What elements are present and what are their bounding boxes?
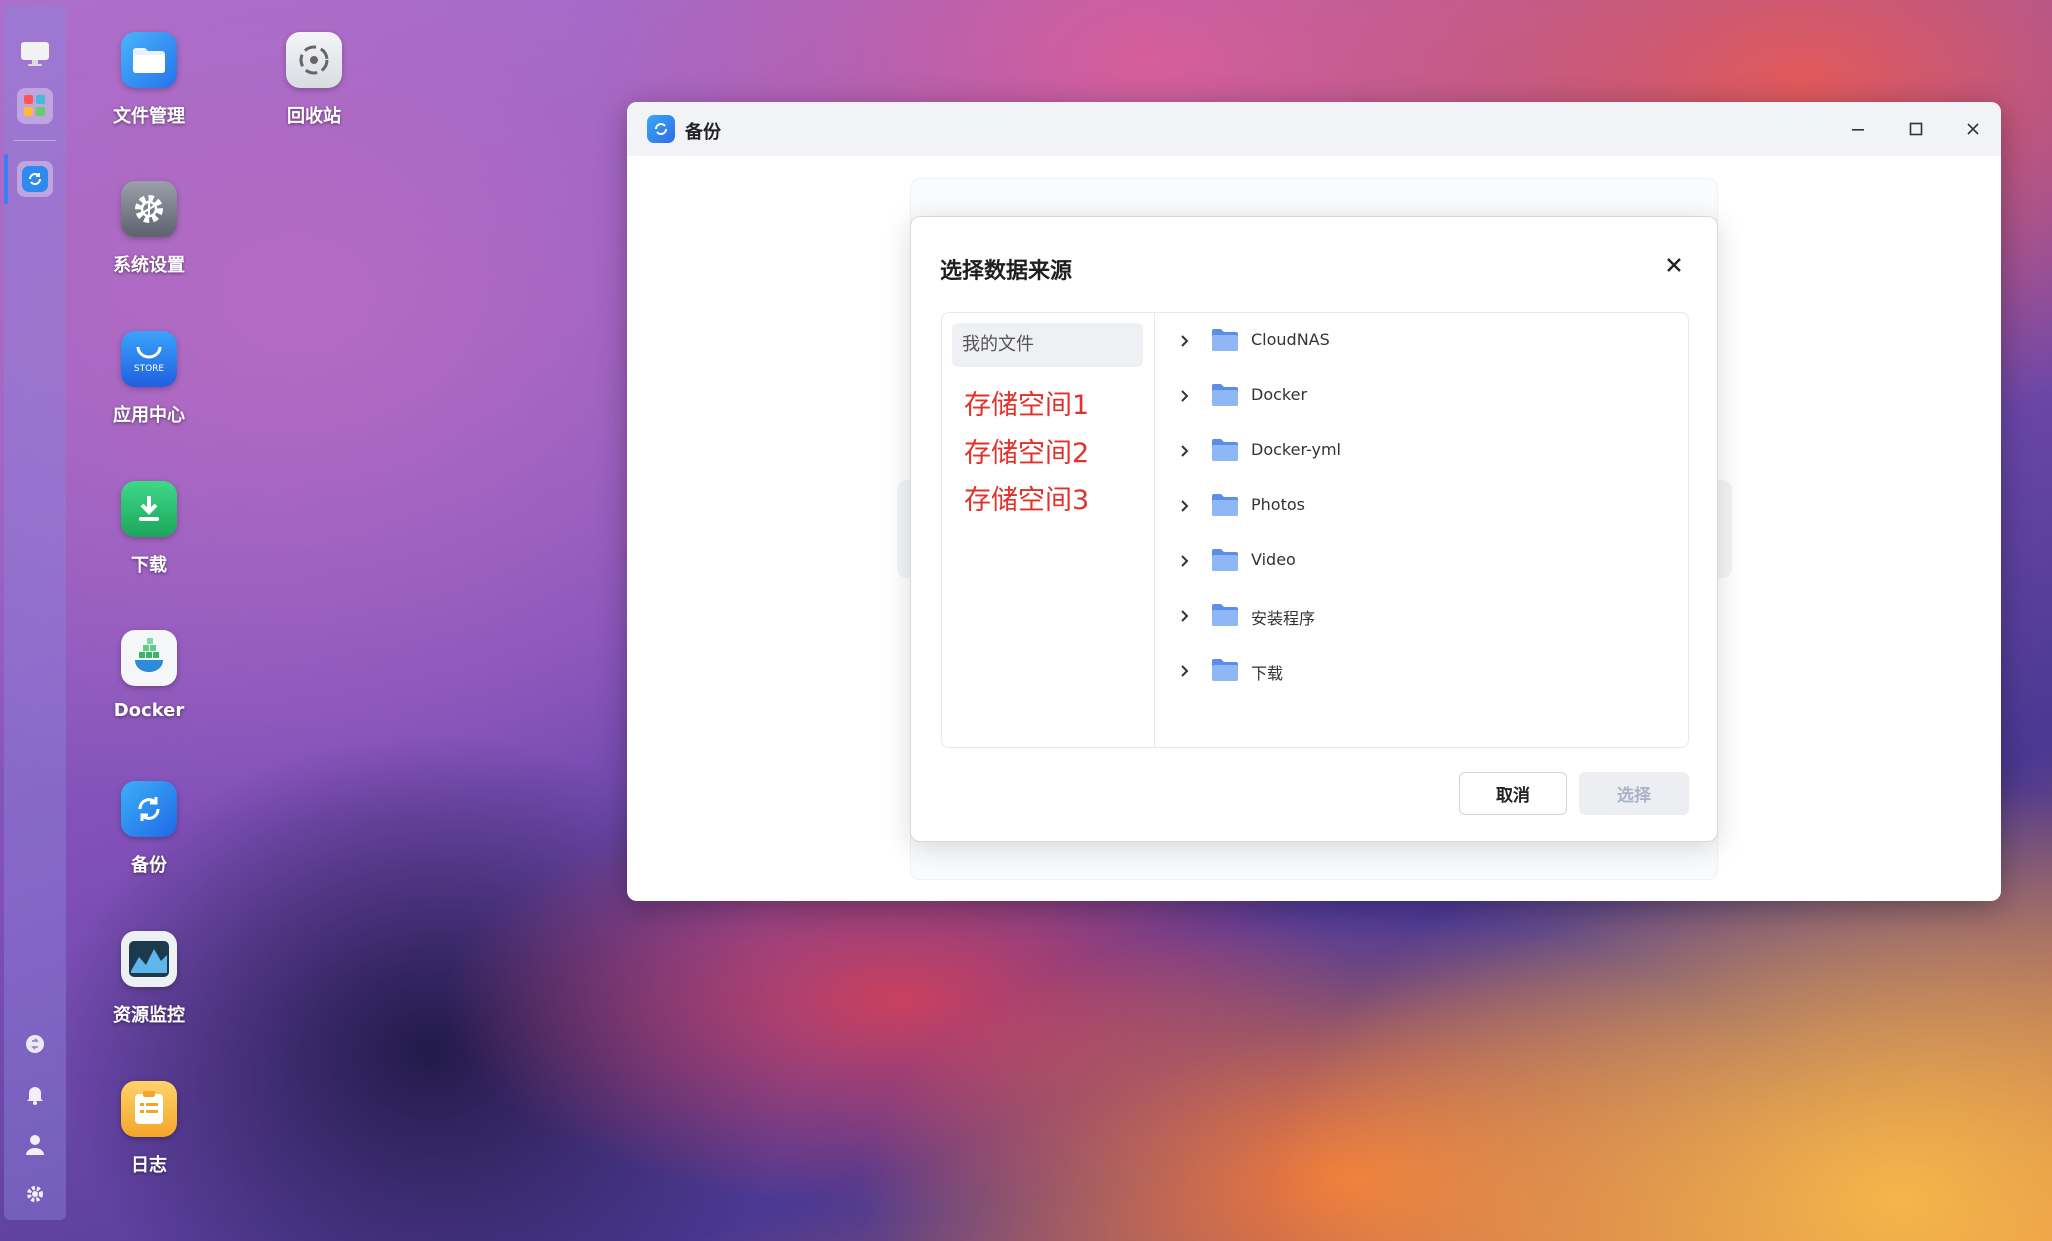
desktop-icon-label: 日志 xyxy=(131,1155,167,1176)
source-item-my-files[interactable]: 我的文件 xyxy=(952,323,1143,367)
desktop-icon-log[interactable]: 日志 xyxy=(89,1081,209,1177)
chevron-right-icon[interactable] xyxy=(1176,388,1192,404)
desktop-icon-docker[interactable]: Docker xyxy=(89,630,209,721)
download-icon xyxy=(121,481,177,537)
desktop-icon-label: 系统设置 xyxy=(113,255,185,276)
annotation-label: 存储空间2 xyxy=(964,438,1090,469)
annotation-label: 存储空间3 xyxy=(964,485,1090,516)
backup-sync-icon xyxy=(121,781,177,837)
close-icon[interactable] xyxy=(1960,116,1986,142)
folder-row[interactable]: 下载 xyxy=(1154,649,1688,704)
backup-sync-icon xyxy=(647,115,675,143)
recycle-bin-icon xyxy=(286,32,342,88)
desktop-icon-label: 回收站 xyxy=(287,106,341,127)
folder-icon xyxy=(1211,493,1239,517)
active-indicator xyxy=(4,154,8,204)
folder-row[interactable]: Photos xyxy=(1154,484,1688,539)
user-icon[interactable] xyxy=(24,1134,46,1156)
folder-name: Video xyxy=(1251,550,1296,569)
folder-manager-icon xyxy=(121,32,177,88)
select-button[interactable]: 选择 xyxy=(1579,772,1689,815)
folder-row[interactable]: 安装程序 xyxy=(1154,594,1688,649)
monitor-icon[interactable] xyxy=(17,36,53,72)
store-badge: STORE xyxy=(133,364,165,374)
chevron-right-icon[interactable] xyxy=(1176,553,1192,569)
minimize-icon[interactable] xyxy=(1845,116,1871,142)
chevron-right-icon[interactable] xyxy=(1176,443,1192,459)
backup-sync-icon[interactable] xyxy=(17,161,53,197)
select-source-dialog: 选择数据来源 我的文件 存储空间1 存储空间2 存储空间3 CloudNAS D… xyxy=(910,216,1718,842)
window-title: 备份 xyxy=(685,122,721,143)
folder-row[interactable]: CloudNAS xyxy=(1154,319,1688,374)
dialog-title: 选择数据来源 xyxy=(940,259,1073,284)
apps-grid-icon[interactable] xyxy=(17,88,53,124)
annotation-label: 存储空间1 xyxy=(964,390,1090,421)
desktop-icon-backup[interactable]: 备份 xyxy=(89,781,209,877)
chevron-right-icon[interactable] xyxy=(1176,498,1192,514)
folder-icon xyxy=(1211,603,1239,627)
desktop-icon-app-center[interactable]: STORE 应用中心 xyxy=(89,331,209,427)
desktop-icon-label: 下载 xyxy=(131,555,167,576)
chevron-right-icon[interactable] xyxy=(1176,333,1192,349)
switch-icon[interactable] xyxy=(24,1034,46,1056)
folder-row[interactable]: Video xyxy=(1154,539,1688,594)
window-titlebar[interactable]: 备份 xyxy=(627,102,2001,156)
folder-name: 下载 xyxy=(1251,664,1284,683)
gear-icon[interactable] xyxy=(24,1184,46,1206)
file-browser: 我的文件 存储空间1 存储空间2 存储空间3 CloudNAS Docker D… xyxy=(941,312,1689,748)
desktop-icon-label: Docker xyxy=(113,700,185,721)
desktop-icon-label: 备份 xyxy=(131,855,167,876)
folder-icon xyxy=(1211,383,1239,407)
cancel-button[interactable]: 取消 xyxy=(1459,772,1567,815)
folder-name: CloudNAS xyxy=(1251,330,1330,349)
desktop-icon-file-manager[interactable]: 文件管理 xyxy=(89,32,209,128)
folder-name: Photos xyxy=(1251,495,1305,514)
close-icon[interactable] xyxy=(1659,251,1689,281)
bell-icon[interactable] xyxy=(24,1084,46,1106)
folder-row[interactable]: Docker-yml xyxy=(1154,429,1688,484)
sidebar-dock xyxy=(4,4,66,1220)
maximize-icon[interactable] xyxy=(1903,116,1929,142)
desktop-icon-recycle-bin[interactable]: 回收站 xyxy=(254,32,374,128)
desktop-icon-label: 资源监控 xyxy=(113,1005,185,1026)
log-icon xyxy=(121,1081,177,1137)
source-list: 我的文件 存储空间1 存储空间2 存储空间3 xyxy=(942,313,1155,747)
sidebar-divider xyxy=(14,140,56,141)
store-bag-icon: STORE xyxy=(121,331,177,387)
folder-icon xyxy=(1211,438,1239,462)
folder-name: 安装程序 xyxy=(1251,609,1316,628)
desktop-icon-download[interactable]: 下载 xyxy=(89,481,209,577)
folder-icon xyxy=(1211,548,1239,572)
folder-icon xyxy=(1211,658,1239,682)
desktop-icon-label: 应用中心 xyxy=(113,405,185,426)
folder-icon xyxy=(1211,328,1239,352)
desktop-icon-settings[interactable]: 系统设置 xyxy=(89,181,209,277)
folder-row[interactable]: Docker xyxy=(1154,374,1688,429)
resource-monitor-icon xyxy=(121,931,177,987)
desktop-icon-resource-monitor[interactable]: 资源监控 xyxy=(89,931,209,1027)
folder-name: Docker xyxy=(1251,385,1308,404)
folder-name: Docker-yml xyxy=(1251,440,1341,459)
gear-icon xyxy=(121,181,177,237)
chevron-right-icon[interactable] xyxy=(1176,608,1192,624)
chevron-right-icon[interactable] xyxy=(1176,663,1192,679)
docker-icon xyxy=(121,630,177,686)
desktop-icon-label: 文件管理 xyxy=(113,106,185,127)
